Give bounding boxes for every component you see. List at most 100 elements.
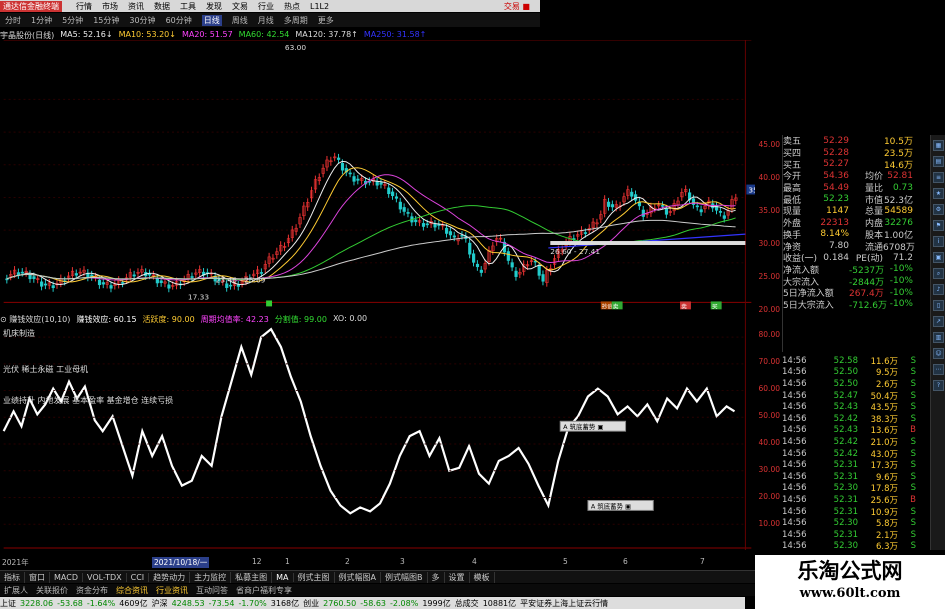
quote-row: 5日净流入额 267.4万 -10% [783, 287, 945, 299]
tick-side: S [910, 460, 916, 471]
search-icon[interactable]: ⌕ [933, 268, 944, 279]
section-tab[interactable]: 综合资讯 [112, 585, 152, 596]
tick-time: 14:56 [782, 471, 807, 482]
section-tab[interactable]: 行业资讯 [152, 585, 192, 596]
quote-key: 换手 [783, 230, 802, 241]
tick-row: 14:56 52.30 17.8万 S [782, 483, 930, 494]
menu-market[interactable]: 市场 [102, 1, 118, 12]
candle-body [121, 282, 125, 284]
tick-list[interactable]: 14:56 52.58 11.6万 S 14:56 52.50 9.5万 S 14:56 52.5… [782, 355, 930, 553]
flag-icon[interactable]: ⚑ [933, 220, 944, 231]
calendar-icon[interactable]: ▥ [933, 332, 944, 343]
indicator-tab[interactable]: 设置 [445, 571, 470, 583]
section-tab[interactable]: 省商户福利专享 [232, 585, 296, 596]
quote-value: 54.49 [823, 182, 849, 193]
indicator-tab[interactable]: 主力监控 [190, 571, 232, 583]
period-tab[interactable]: 1分钟 [31, 15, 52, 26]
candle-body [661, 205, 665, 207]
period-tab[interactable]: 更多 [318, 15, 334, 26]
quote-key-2: 市值 [864, 195, 883, 206]
period-tab[interactable]: 日线 [201, 14, 222, 26]
section-tab[interactable]: 互动问答 [192, 585, 232, 596]
tick-row: 14:56 52.43 43.5万 S [782, 401, 930, 413]
indicator-tab[interactable]: 多 [428, 571, 445, 583]
indicator-tab[interactable]: 指标 [0, 571, 25, 583]
gear-icon[interactable]: ⚙ [933, 204, 944, 215]
time-label: 3 [400, 557, 405, 566]
indicator-tab[interactable]: CCI [127, 572, 150, 582]
candle-body [101, 282, 105, 285]
quote-value-2: -10% [889, 264, 913, 275]
help-icon[interactable]: ? [933, 380, 944, 391]
index-item: -2.08% [390, 598, 419, 608]
candle-body [541, 274, 545, 282]
period-tab[interactable]: 5分钟 [62, 15, 83, 26]
quote-row: 今开 54.36 均价 52.81 [783, 170, 945, 182]
candle-body [398, 201, 402, 210]
bell-icon[interactable]: ♪ [933, 284, 944, 295]
menu-industry[interactable]: 行业 [258, 1, 274, 12]
period-tab[interactable]: 月线 [258, 15, 274, 26]
list-icon[interactable]: ≡ [933, 172, 944, 183]
quote-row: 5日大宗流入 -712.6万 -10% [783, 299, 945, 310]
layout-icon[interactable]: ▣ [933, 252, 944, 263]
quote-value-2: 52.3亿 [883, 195, 913, 206]
candle-body [722, 215, 726, 219]
candle-body [20, 271, 24, 274]
menu-tools[interactable]: 工具 [180, 1, 196, 12]
period-tab[interactable]: 分时 [5, 15, 21, 26]
section-tab[interactable]: 资金分布 [72, 585, 112, 596]
section-tab[interactable]: 扩展人 [0, 585, 32, 596]
indicator-tab[interactable]: 窗口 [25, 571, 50, 583]
indicator-tab[interactable]: 模板 [470, 571, 495, 583]
menu-hotspot[interactable]: 热点 [284, 1, 300, 12]
indicator-tab[interactable]: 趋势动力 [149, 571, 191, 583]
app-title: 通达信金融终端 [0, 0, 62, 12]
candle-body [718, 211, 723, 213]
quote-value-2: 6708万 [883, 242, 915, 252]
chart-icon[interactable]: ▤ [933, 156, 944, 167]
period-tab[interactable]: 15分钟 [93, 15, 119, 26]
info-icon[interactable]: i [933, 236, 944, 247]
indicator-tab[interactable]: 私募主图 [231, 571, 273, 583]
indicator-tab[interactable]: 例式幅图B [381, 571, 428, 583]
quote-value: 52.23 [823, 194, 849, 205]
candle-body [452, 235, 456, 238]
trade-button[interactable]: 交易 ■ [504, 1, 530, 12]
index-item: 沪深 [151, 598, 168, 608]
index-item: 3168亿 [270, 598, 300, 608]
indicator-tab[interactable]: MA [272, 572, 294, 582]
indicator-tick-label: 50.00 [758, 411, 780, 420]
period-tab[interactable]: 多周期 [284, 15, 308, 26]
user-icon[interactable]: ☺ [933, 348, 944, 359]
indicator-tab[interactable]: 例式主图 [294, 571, 335, 583]
indicator-tab[interactable]: 例式幅图A [335, 571, 381, 583]
tick-side: B [910, 494, 916, 505]
period-tab[interactable]: 周线 [232, 15, 248, 26]
doc-icon[interactable]: ▯ [933, 300, 944, 311]
menu-news[interactable]: 资讯 [128, 1, 144, 12]
menu-wenyi[interactable]: 文易 [232, 1, 248, 12]
tick-side: S [910, 390, 916, 401]
star-icon[interactable]: ★ [933, 188, 944, 199]
tick-volume: 10.9万 [870, 507, 898, 518]
tick-time: 14:56 [782, 378, 807, 389]
price-axis: 45.00 40.00 35.00 30.00 25.00 20.00 [755, 40, 782, 314]
indicator-axis: 80.00 70.00 60.00 50.00 40.00 30.00 20.00 10.00 [755, 330, 782, 550]
indicator-tab[interactable]: VOL-TDX [83, 572, 127, 582]
price-tick-label: 30.00 [758, 239, 780, 248]
period-tab[interactable]: 30分钟 [129, 15, 155, 26]
grid-icon[interactable]: ▦ [933, 140, 944, 151]
indicator-tab[interactable]: MACD [50, 572, 83, 582]
tick-side: S [910, 367, 916, 378]
menu-quotes[interactable]: 行情 [76, 1, 92, 12]
kline-chart[interactable]: 63.00 17.33 23.46 - 25.69 26.60 - 27.41 35.5… [0, 40, 755, 550]
more-icon[interactable]: ⋯ [933, 364, 944, 375]
period-tab[interactable]: 60分钟 [166, 15, 192, 26]
menu-data[interactable]: 数据 [154, 1, 170, 12]
share-icon[interactable]: ↗ [933, 316, 944, 327]
section-tab[interactable]: 关联报价 [32, 585, 72, 596]
candle-body [259, 272, 264, 274]
period-toolbar: 分时 1分钟 5分钟 15分钟 30分钟 60分钟 日线 周线 月线 多周期 更多 [0, 13, 540, 27]
menu-discover[interactable]: 发现 [206, 1, 222, 12]
